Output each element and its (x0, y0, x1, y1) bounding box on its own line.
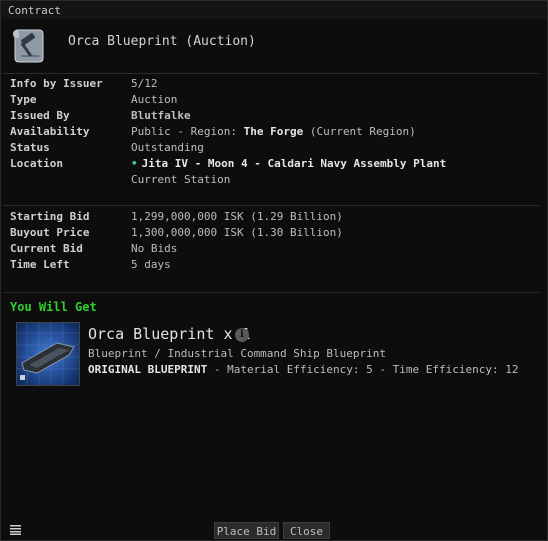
time-left-row: Time Left 5 days (10, 258, 530, 272)
type-row: Type Auction (10, 93, 530, 107)
orca-blueprint-icon[interactable] (16, 322, 80, 386)
availability-prefix: Public - Region: (131, 125, 244, 138)
menu-icon[interactable] (10, 525, 21, 535)
status-value: Outstanding (131, 141, 204, 154)
availability-suffix: (Current Region) (303, 125, 416, 138)
issued-by-label: Issued By (10, 109, 70, 122)
location-sub: Current Station (131, 173, 231, 186)
close-button[interactable]: Close (283, 522, 330, 539)
current-bid-label: Current Bid (10, 242, 83, 255)
divider (3, 292, 539, 293)
location-value: • Jita IV - Moon 4 - Caldari Navy Assembl… (131, 157, 446, 170)
type-label: Type (10, 93, 37, 106)
item-type: Blueprint / Industrial Command Ship Blue… (88, 347, 387, 360)
divider (3, 205, 539, 206)
location-row: Location • Jita IV - Moon 4 - Caldari Nav… (10, 157, 530, 171)
info-by-issuer-label: Info by Issuer (10, 77, 103, 90)
location-link[interactable]: Jita IV - Moon 4 - Caldari Navy Assembly… (142, 157, 447, 170)
item-attributes: ORIGINAL BLUEPRINT - Material Efficiency… (88, 363, 518, 376)
starting-bid-label: Starting Bid (10, 210, 90, 223)
current-bid-row: Current Bid No Bids (10, 242, 530, 256)
info-icon[interactable]: i (235, 328, 249, 342)
location-sub-row: Current Station (10, 173, 530, 187)
issuer-link[interactable]: Blutfalke (131, 109, 191, 122)
title-bar[interactable]: Contract (1, 1, 547, 19)
divider (3, 73, 539, 74)
window-title: Contract (8, 4, 61, 17)
efficiency-text: - Material Efficiency: 5 - Time Efficien… (207, 363, 519, 376)
place-bid-button[interactable]: Place Bid (214, 522, 279, 539)
availability-label: Availability (10, 125, 90, 138)
starting-bid-value: 1,299,000,000 ISK (1.29 Billion) (131, 210, 343, 223)
info-by-issuer-value: 5/12 (131, 77, 158, 90)
availability-row: Availability Public - Region: The Forge … (10, 125, 530, 139)
time-left-value: 5 days (131, 258, 171, 271)
original-blueprint-label: ORIGINAL BLUEPRINT (88, 363, 208, 376)
info-by-issuer-row: Info by Issuer 5/12 (10, 77, 530, 91)
security-dot-icon: • (131, 157, 138, 170)
location-label: Location (10, 157, 63, 170)
status-label: Status (10, 141, 50, 154)
starting-bid-row: Starting Bid 1,299,000,000 ISK (1.29 Bil… (10, 210, 530, 224)
buyout-price-label: Buyout Price (10, 226, 90, 239)
type-value: Auction (131, 93, 178, 106)
gavel-scroll-icon (9, 24, 49, 66)
current-bid-value: No Bids (131, 242, 178, 255)
buyout-price-row: Buyout Price 1,300,000,000 ISK (1.30 Bil… (10, 226, 530, 240)
buyout-price-value: 1,300,000,000 ISK (1.30 Billion) (131, 226, 343, 239)
item-title[interactable]: Orca Blueprint x 1 (88, 325, 251, 343)
availability-value: Public - Region: The Forge (Current Regi… (131, 125, 416, 138)
contract-title: Orca Blueprint (Auction) (68, 34, 256, 49)
you-will-get-heading: You Will Get (10, 300, 97, 314)
region-link[interactable]: The Forge (244, 125, 304, 138)
status-row: Status Outstanding (10, 141, 530, 155)
contract-window: Contract Orca Blueprint (Auction) Info b… (0, 0, 548, 541)
time-left-label: Time Left (10, 258, 70, 271)
issued-by-row: Issued By Blutfalke (10, 109, 530, 123)
